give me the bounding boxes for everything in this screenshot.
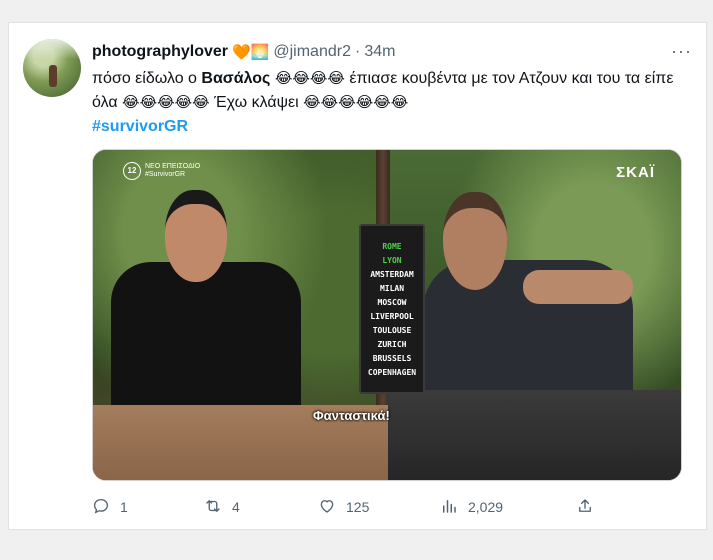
tweet-card: photographylover 🧡🌅 @jimandr2 · 34m ··· …: [8, 22, 707, 530]
more-options-icon[interactable]: ···: [671, 41, 692, 62]
reply-count: 1: [120, 499, 128, 515]
like-count: 125: [346, 499, 370, 515]
city-name: LIVERPOOL: [370, 311, 414, 321]
contestant-head: [443, 192, 507, 290]
tweet-text-bold: Βασάλος: [201, 70, 271, 87]
retweet-count: 4: [232, 499, 240, 515]
like-icon: [318, 497, 336, 518]
city-name: BRUSSELS: [372, 353, 412, 363]
city-name: AMSTERDAM: [370, 269, 414, 279]
podium-right: [388, 390, 681, 480]
episode-badge: 12 ΝΕΟ ΕΠΕΙΣΟΔΙΟ #SurvivorGR: [123, 162, 200, 180]
avatar-figure: [49, 65, 57, 87]
video-subtitle: Φανταστικά!: [313, 408, 390, 423]
like-button[interactable]: 125: [318, 495, 369, 519]
views-icon: [440, 497, 458, 518]
reply-button[interactable]: 1: [92, 495, 128, 519]
episode-badge-line2: #SurvivorGR: [145, 171, 186, 178]
name-emojis: 🧡🌅: [232, 43, 270, 61]
hashtag-link[interactable]: #survivorGR: [92, 118, 188, 135]
host-figure: [111, 262, 301, 412]
episode-badge-number: 12: [123, 162, 141, 180]
tweet-text-part: πόσο είδωλο ο: [92, 70, 202, 87]
city-name: ZURICH: [377, 339, 407, 349]
separator-dot: ·: [354, 43, 361, 60]
contestant-arm: [523, 270, 633, 304]
share-icon: [576, 497, 594, 518]
host-head: [165, 190, 227, 282]
views-button[interactable]: 2,029: [440, 495, 503, 519]
retweet-button[interactable]: 4: [204, 495, 240, 519]
episode-badge-line1: ΝΕΟ ΕΠΕΙΣΟΔΙΟ: [145, 163, 201, 170]
tweet-media-image[interactable]: 12 ΝΕΟ ΕΠΕΙΣΟΔΙΟ #SurvivorGR ΣΚΑΪ ROME L…: [92, 149, 682, 481]
tweet-text-part: Έχω κλάψει: [209, 94, 304, 111]
display-name[interactable]: photographylover: [92, 43, 228, 61]
episode-badge-text: ΝΕΟ ΕΠΕΙΣΟΔΙΟ #SurvivorGR: [145, 163, 200, 179]
tweet-text: πόσο είδωλο ο Βασάλος 😂😂😂😂 έπιασε κουβέν…: [92, 67, 692, 139]
user-handle[interactable]: @jimandr2: [273, 43, 351, 61]
reply-icon: [92, 497, 110, 518]
city-name: ROME: [382, 241, 402, 251]
views-count: 2,029: [468, 499, 504, 515]
city-name: TOULOUSE: [372, 325, 412, 335]
city-name: COPENHAGEN: [367, 367, 417, 377]
share-button[interactable]: [576, 495, 594, 519]
city-list-overlay: ROME LYON AMSTERDAM MILAN MOSCOW LIVERPO…: [359, 224, 425, 394]
emoji-group: 😂😂😂😂😂😂: [303, 94, 409, 111]
timestamp[interactable]: 34m: [364, 43, 395, 61]
emoji-group: 😂😂😂😂: [274, 70, 345, 87]
city-name: MILAN: [379, 283, 405, 293]
avatar[interactable]: [23, 39, 81, 97]
retweet-icon: [204, 497, 222, 518]
channel-logo: ΣΚΑΪ: [616, 164, 655, 181]
avatar-sky: [23, 39, 81, 59]
city-name: MOSCOW: [377, 297, 407, 307]
tweet-actions: 1 4 125 2,029: [92, 495, 692, 519]
city-name: LYON: [382, 255, 402, 265]
tweet-header: photographylover 🧡🌅 @jimandr2 · 34m: [92, 41, 395, 63]
emoji-group: 😂😂😂😂😂: [122, 94, 210, 111]
